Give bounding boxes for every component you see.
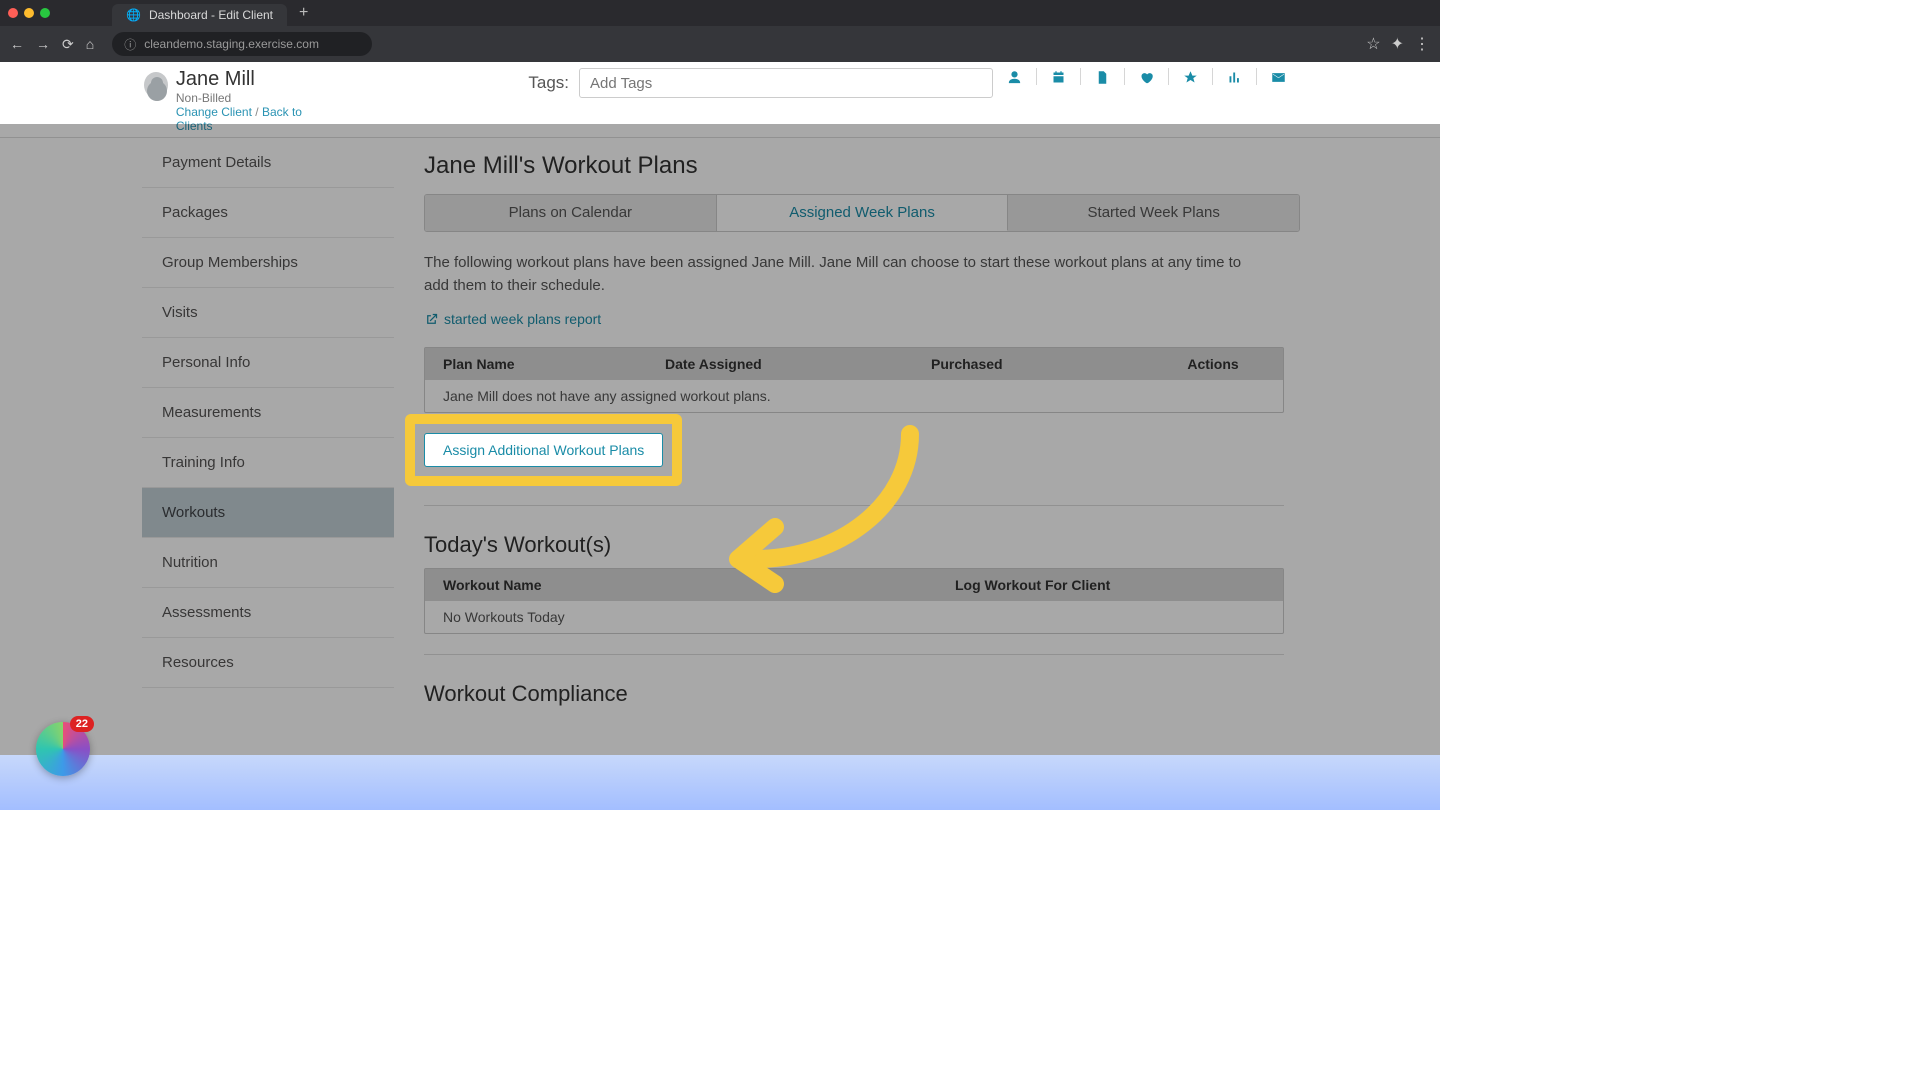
tags-label: Tags: (528, 73, 569, 93)
plan-tabs: Plans on Calendar Assigned Week Plans St… (424, 194, 1300, 232)
main-panel: Jane Mill's Workout Plans Plans on Calen… (394, 138, 1440, 717)
today-workouts-heading: Today's Workout(s) (424, 532, 1300, 558)
sidebar-item-payment-details[interactable]: Payment Details (142, 138, 394, 188)
sidebar-item-training-info[interactable]: Training Info (142, 438, 394, 488)
page-title: Jane Mill's Workout Plans (424, 152, 1300, 180)
col-actions: Actions (1143, 348, 1283, 380)
page-content: Jane Mill Non-Billed Change Client / Bac… (0, 62, 1440, 810)
sidebar: Payment Details Packages Group Membershi… (142, 138, 394, 717)
sidebar-item-workouts[interactable]: Workouts (142, 488, 394, 538)
minimize-dot[interactable] (24, 8, 34, 18)
compliance-heading: Workout Compliance (424, 681, 1300, 707)
sidebar-item-measurements[interactable]: Measurements (142, 388, 394, 438)
tab-assigned-week-plans[interactable]: Assigned Week Plans (717, 195, 1009, 231)
browser-tab-bar: 🌐 Dashboard - Edit Client + (0, 0, 1440, 26)
col-date-assigned: Date Assigned (647, 348, 913, 380)
tab-plans-on-calendar[interactable]: Plans on Calendar (425, 195, 717, 231)
assigned-plans-table: Plan Name Date Assigned Purchased Action… (424, 347, 1284, 413)
browser-tab[interactable]: 🌐 Dashboard - Edit Client (112, 4, 287, 26)
today-workouts-table: Workout Name Log Workout For Client No W… (424, 568, 1284, 634)
report-link-text: started week plans report (444, 311, 601, 327)
new-tab-button[interactable]: + (299, 4, 308, 22)
user-icon[interactable] (993, 68, 1036, 85)
bottom-gradient (0, 755, 1440, 810)
assign-highlight: Assign Additional Workout Plans (424, 433, 663, 467)
sidebar-item-personal-info[interactable]: Personal Info (142, 338, 394, 388)
sidebar-item-packages[interactable]: Packages (142, 188, 394, 238)
section-divider-2 (424, 654, 1284, 655)
chart-icon[interactable] (1212, 68, 1256, 85)
client-billing: Non-Billed (176, 91, 329, 105)
bookmark-icon[interactable]: ☆ (1366, 34, 1380, 54)
close-dot[interactable] (8, 8, 18, 18)
sidebar-item-group-memberships[interactable]: Group Memberships (142, 238, 394, 288)
home-icon[interactable]: ⌂ (86, 36, 94, 53)
col-plan-name: Plan Name (425, 348, 647, 380)
sidebar-item-assessments[interactable]: Assessments (142, 588, 394, 638)
client-name: Jane Mill (176, 68, 329, 91)
calendar-icon[interactable] (1036, 68, 1080, 85)
file-icon[interactable] (1080, 68, 1124, 85)
today-empty-text: No Workouts Today (425, 601, 1283, 633)
tab-title: Dashboard - Edit Client (149, 8, 273, 22)
browser-toolbar: ← → ⟳ ⌂ ⓘ cleandemo.staging.exercise.com… (0, 26, 1440, 62)
notification-count: 22 (70, 716, 94, 732)
assign-additional-workout-plans-button[interactable]: Assign Additional Workout Plans (424, 433, 663, 467)
url-text: cleandemo.staging.exercise.com (144, 37, 319, 51)
header-icon-bar (993, 68, 1300, 85)
heart-icon[interactable] (1124, 68, 1168, 85)
started-week-plans-report-link[interactable]: started week plans report (424, 311, 601, 327)
forward-icon[interactable]: → (36, 36, 50, 53)
external-link-icon (424, 312, 439, 327)
globe-icon: 🌐 (126, 8, 141, 22)
site-info-icon: ⓘ (124, 36, 136, 53)
sidebar-item-resources[interactable]: Resources (142, 638, 394, 688)
section-divider (424, 505, 1284, 506)
zoom-dot[interactable] (40, 8, 50, 18)
col-workout-name: Workout Name (425, 569, 937, 601)
extensions-icon[interactable]: ✦ (1391, 34, 1404, 54)
tags-input[interactable] (579, 68, 993, 98)
star-icon[interactable] (1168, 68, 1212, 85)
back-icon[interactable]: ← (10, 36, 24, 53)
plans-empty-text: Jane Mill does not have any assigned wor… (425, 380, 1283, 412)
kebab-icon[interactable]: ⋮ (1414, 34, 1430, 54)
tab-started-week-plans[interactable]: Started Week Plans (1008, 195, 1299, 231)
change-client-link[interactable]: Change Client (176, 105, 252, 119)
mail-icon[interactable] (1256, 68, 1300, 85)
sidebar-item-nutrition[interactable]: Nutrition (142, 538, 394, 588)
sidebar-item-visits[interactable]: Visits (142, 288, 394, 338)
col-log-workout: Log Workout For Client (937, 569, 1283, 601)
avatar (144, 72, 168, 98)
link-separator: / (255, 105, 262, 119)
reload-icon[interactable]: ⟳ (62, 36, 74, 53)
address-bar[interactable]: ⓘ cleandemo.staging.exercise.com (112, 32, 372, 56)
client-header: Jane Mill Non-Billed Change Client / Bac… (0, 62, 1440, 137)
col-purchased: Purchased (913, 348, 1143, 380)
window-controls[interactable] (8, 8, 50, 18)
help-widget[interactable]: 22 (36, 722, 90, 776)
tab-description: The following workout plans have been as… (424, 252, 1264, 297)
